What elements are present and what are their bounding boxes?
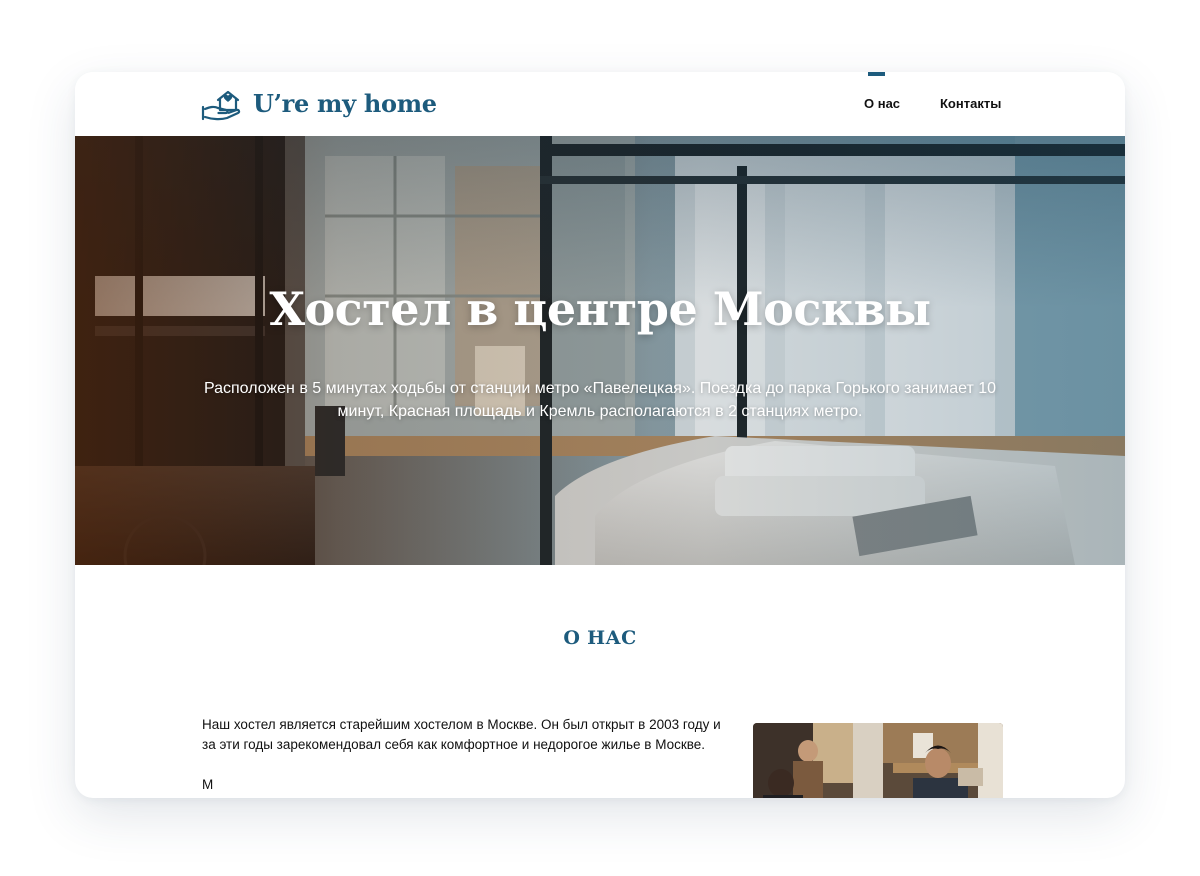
site-header: U’re my home О нас Контакты bbox=[75, 72, 1125, 136]
hero-subtitle: Расположен в 5 минутах ходьбы от станции… bbox=[203, 380, 997, 420]
nav-item-about[interactable]: О нас bbox=[864, 96, 900, 111]
about-text: Наш хостел является старейшим хостелом в… bbox=[202, 715, 727, 798]
about-cafe-photo bbox=[753, 723, 1003, 798]
hero-title: Хостел в центре Москвы bbox=[269, 282, 931, 336]
hero-overlay bbox=[75, 136, 1125, 565]
hand-holding-house-heart-icon bbox=[201, 90, 241, 121]
about-section-title: О НАС bbox=[563, 627, 637, 649]
about-paragraph: М bbox=[202, 777, 214, 792]
browser-window: U’re my home О нас Контакты Хостел в цен… bbox=[75, 72, 1125, 798]
nav-item-contacts[interactable]: Контакты bbox=[940, 96, 1001, 111]
logo-text: U’re my home bbox=[253, 88, 437, 118]
cafe-people-photo bbox=[753, 723, 1003, 798]
about-paragraph: Наш хостел является старейшим хостелом в… bbox=[202, 717, 721, 752]
hero-banner: Хостел в центре Москвы Расположен в 5 ми… bbox=[75, 136, 1125, 565]
logo[interactable]: U’re my home bbox=[201, 83, 437, 123]
nav-active-indicator bbox=[868, 72, 885, 76]
